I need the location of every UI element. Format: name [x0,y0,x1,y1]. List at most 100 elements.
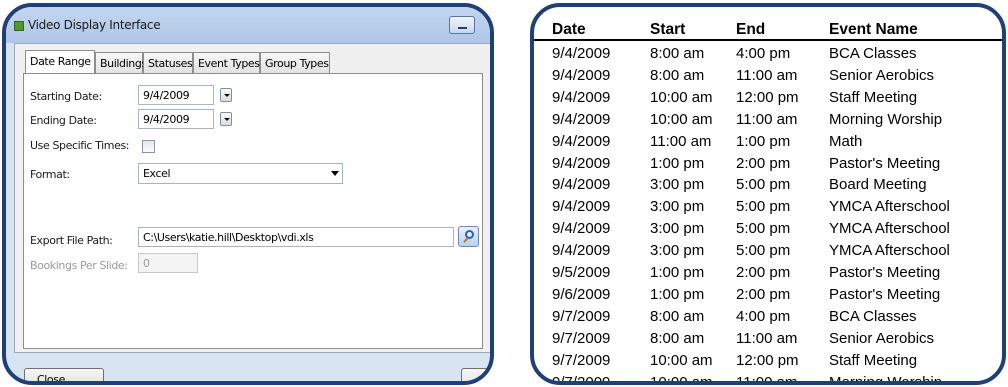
cell-event-name: Staff Meeting [829,351,918,369]
format-select-value: Excel [143,167,171,180]
cell-date: 9/4/2009 [552,198,611,216]
tab-group-types[interactable]: Group Types [260,52,330,73]
cell-event-name: Board Meeting [829,176,927,194]
cell-start: 1:00 pm [650,285,705,303]
dialog-window: Video Display Interface Date Range Build… [2,3,494,385]
cell-event-name: YMCA Afterschool [829,220,950,238]
cell-event-name: Pastor's Meeting [829,285,941,303]
cell-date: 9/4/2009 [552,242,611,260]
cell-date: 9/4/2009 [552,176,611,194]
use-specific-times-checkbox[interactable] [142,140,155,153]
tab-buildings[interactable]: Buildings [95,52,147,73]
cell-event-name: BCA Classes [829,307,917,325]
cell-end: 12:00 pm [736,88,799,106]
cell-event-name: Math [829,132,863,150]
table-row: 9/7/2009 8:00 am 4:00 pm BCA Classes [534,307,1002,329]
format-label: Format: [30,168,70,181]
table-header: Date Start End Event Name [534,21,1002,41]
cell-date: 9/4/2009 [552,132,611,150]
starting-date-field[interactable]: 9/4/2009 [138,85,214,105]
cell-end: 5:00 pm [736,242,791,260]
cell-start: 10:00 am [650,88,713,106]
tab-statuses[interactable]: Statuses [143,52,193,73]
ending-date-field[interactable]: 9/4/2009 [138,109,214,129]
cell-start: 1:00 pm [650,264,705,281]
browse-button[interactable] [458,226,479,247]
close-button[interactable]: Close [24,368,104,381]
window-title: Video Display Interface [28,18,161,32]
table-row: 9/4/2009 11:00 am 1:00 pm Math [534,132,1002,154]
tab-date-range[interactable]: Date Range [25,50,95,73]
table-row: 9/7/2009 8:00 am 11:00 am Senior Aerobics [534,329,1002,351]
cell-end: 2:00 pm [736,154,791,172]
cell-event-name: Morning Worship [829,373,943,385]
cell-date: 9/4/2009 [552,154,611,172]
cell-date: 9/7/2009 [552,373,611,385]
app-icon [14,21,24,31]
ending-date-picker-button[interactable] [220,112,232,126]
table-row: 9/4/2009 1:00 pm 2:00 pm Pastor's Meeting [534,154,1002,176]
table-row: 9/4/2009 3:00 pm 5:00 pm YMCA Afterschool [534,219,1002,241]
cell-end: 2:00 pm [736,285,791,303]
table-row: 9/4/2009 8:00 am 11:00 am Senior Aerobics [534,66,1002,88]
cell-start: 1:00 pm [650,154,705,172]
cell-event-name: YMCA Afterschool [829,198,950,216]
cell-date: 9/4/2009 [552,88,611,106]
table-row: 9/4/2009 8:00 am 4:00 pm BCA Classes [534,44,1002,66]
cell-date: 9/7/2009 [552,329,611,347]
export-file-path-label: Export File Path: [30,234,113,247]
cell-date: 9/4/2009 [552,66,611,84]
cell-end: 11:00 am [736,110,798,128]
cell-date: 9/5/2009 [552,264,611,281]
cell-end: 11:00 am [736,329,798,347]
cell-event-name: Senior Aerobics [829,66,935,84]
ending-date-label: Ending Date: [30,114,97,127]
cell-start: 8:00 am [650,329,705,347]
cell-event-name: Staff Meeting [829,88,918,106]
use-specific-times-label: Use Specific Times: [30,139,130,152]
starting-date-label: Starting Date: [30,90,102,103]
table-row: 9/7/2009 10:00 am 11:00 am Morning Worship [534,373,1002,385]
tab-event-types[interactable]: Event Types [193,52,260,73]
cell-end: 11:00 am [736,373,798,385]
cell-date: 9/6/2009 [552,285,611,303]
cell-start: 10:00 am [650,373,713,385]
cell-start: 3:00 pm [650,198,705,216]
table-row: 9/4/2009 10:00 am 11:00 am Morning Worship [534,110,1002,132]
cell-end: 5:00 pm [736,176,791,194]
cell-start: 8:00 am [650,66,705,84]
table-row: 9/5/2009 1:00 pm 2:00 pm Pastor's Meeting [534,263,1002,285]
cell-start: 3:00 pm [650,220,705,238]
cell-date: 9/4/2009 [552,220,611,238]
cell-end: 5:00 pm [736,198,791,216]
cell-start: 3:00 pm [650,176,705,194]
table-row: 9/6/2009 1:00 pm 2:00 pm Pastor's Meeting [534,285,1002,307]
cell-event-name: YMCA Afterschool [829,242,950,260]
titlebar: Video Display Interface [6,7,490,43]
cell-start: 10:00 am [650,110,713,128]
column-header-end: End [736,21,766,38]
cell-end: 2:00 pm [736,264,791,281]
cell-date: 9/7/2009 [552,351,611,369]
bookings-per-slide-field: 0 [138,253,198,273]
minimize-button[interactable] [449,16,475,34]
cell-start: 3:00 pm [650,242,705,260]
table-row: 9/4/2009 10:00 am 12:00 pm Staff Meeting [534,88,1002,110]
column-header-date: Date [552,21,586,38]
secondary-button[interactable] [461,368,490,381]
cell-end: 4:00 pm [736,45,791,62]
table-row: 9/4/2009 3:00 pm 5:00 pm Board Meeting [534,175,1002,197]
cell-event-name: Pastor's Meeting [829,264,941,281]
cell-end: 12:00 pm [736,351,799,369]
cell-start: 11:00 am [650,132,712,150]
export-file-path-field[interactable]: C:\Users\katie.hill\Desktop\vdi.xls [138,227,454,247]
cell-end: 5:00 pm [736,220,791,238]
table-row: 9/7/2009 10:00 am 12:00 pm Staff Meeting [534,351,1002,373]
column-header-event-name: Event Name [829,21,918,38]
cell-event-name: Pastor's Meeting [829,154,941,172]
table-row: 9/4/2009 3:00 pm 5:00 pm YMCA Afterschool [534,197,1002,219]
format-select[interactable]: Excel [138,163,343,184]
cell-end: 1:00 pm [736,132,791,150]
starting-date-picker-button[interactable] [220,88,232,102]
event-listing-panel: Date Start End Event Name 9/4/2009 8:00 a… [530,3,1006,385]
